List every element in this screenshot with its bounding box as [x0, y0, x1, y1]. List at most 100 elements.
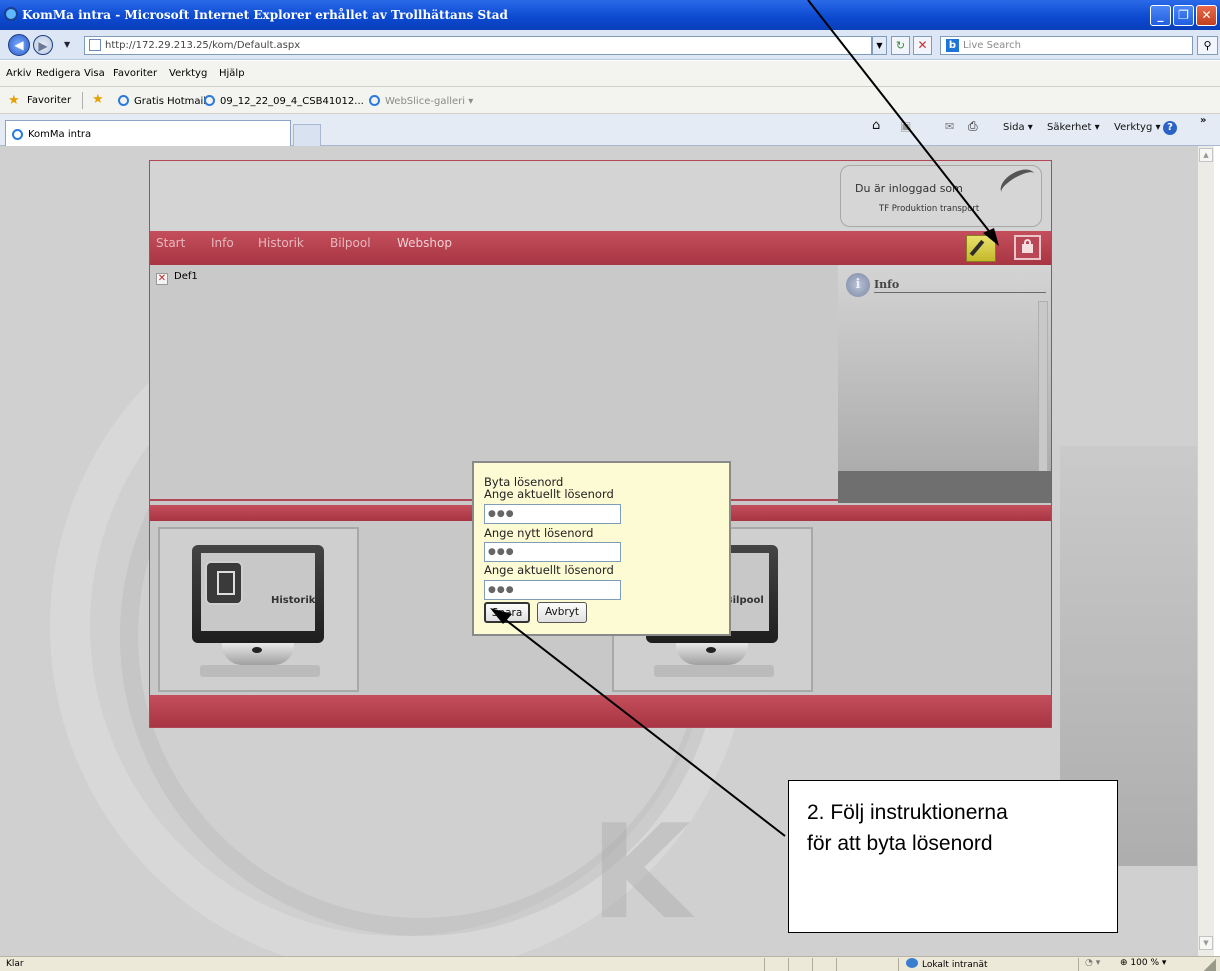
confirm-password-field[interactable]: ●●●	[484, 580, 621, 600]
bing-logo-icon: b	[946, 39, 959, 52]
vertical-scrollbar[interactable]: ▲ ▼	[1197, 146, 1214, 956]
menu-bar: Arkiv Redigera Visa Favoriter Verktyg Hj…	[0, 61, 1220, 87]
ie-page-icon	[369, 95, 380, 106]
search-icon[interactable]: ⚲	[1197, 36, 1218, 55]
page-icon	[89, 39, 101, 51]
search-placeholder: Live Search	[963, 40, 1021, 51]
app-navigation: Start Info Historik Bilpool Webshop	[150, 231, 1051, 265]
login-title: Du är inloggad som	[855, 182, 963, 195]
favorites-star-icon[interactable]: ★	[8, 93, 20, 108]
window-title-bar[interactable]: KomMa intra - Microsoft Internet Explore…	[0, 0, 1220, 30]
logout-lock-icon[interactable]	[1014, 235, 1041, 260]
mail-icon[interactable]: ✉	[945, 120, 954, 133]
address-dropdown-button[interactable]: ▼	[872, 36, 887, 55]
safety-menu-button[interactable]: Säkerhet ▾	[1047, 122, 1100, 133]
menu-arkiv[interactable]: Arkiv	[6, 68, 31, 79]
nav-start[interactable]: Start	[156, 236, 185, 250]
favorite-link-document[interactable]: 09_12_22_09_4_CSB41012...	[204, 95, 364, 107]
login-info-box: Du är inloggad som TF Produktion transpo…	[840, 163, 1042, 227]
address-input[interactable]: http://172.29.213.25/kom/Default.aspx	[84, 36, 872, 55]
nav-webshop[interactable]: Webshop	[397, 236, 452, 250]
scroll-down-icon[interactable]: ▼	[1199, 936, 1213, 950]
maximize-button[interactable]: ❐	[1173, 5, 1194, 26]
help-icon[interactable]: ?	[1163, 121, 1177, 135]
print-icon[interactable]: ⎙	[968, 119, 978, 134]
tools-menu-button[interactable]: Verktyg ▾	[1114, 122, 1161, 133]
menu-visa[interactable]: Visa	[84, 68, 105, 79]
logo-swirl-icon	[996, 163, 1040, 203]
protected-mode-icon[interactable]: ◔ ▾	[1085, 958, 1100, 968]
ie-logo-icon	[4, 7, 18, 21]
info-panel-footer	[838, 471, 1051, 503]
favorites-bar: ★ Favoriter ★ Gratis Hotmail 09_12_22_09…	[0, 87, 1220, 114]
scroll-up-icon[interactable]: ▲	[1199, 148, 1213, 162]
app-header: Du är inloggad som TF Produktion transpo…	[150, 161, 1051, 231]
address-toolbar: ◀ ▶ ▼ http://172.29.213.25/kom/Default.a…	[0, 30, 1220, 60]
refresh-button[interactable]: ↻	[891, 36, 910, 55]
window-title: KomMa intra - Microsoft Internet Explore…	[22, 8, 508, 22]
current-password-field[interactable]: ●●●	[484, 504, 621, 524]
footer-band	[150, 695, 1051, 727]
nav-historik[interactable]: Historik	[258, 236, 304, 250]
confirm-password-label: Ange aktuellt lösenord	[484, 563, 614, 577]
feeds-icon[interactable]: ▣	[900, 119, 911, 133]
cancel-button[interactable]: Avbryt	[537, 602, 587, 623]
document-icon	[205, 561, 243, 605]
tile-historik[interactable]: Historik	[158, 527, 359, 692]
nav-info[interactable]: Info	[211, 236, 234, 250]
current-password-label: Ange aktuellt lösenord	[484, 487, 614, 501]
recent-pages-dropdown-icon[interactable]: ▼	[64, 40, 70, 49]
nav-bilpool[interactable]: Bilpool	[330, 236, 371, 250]
add-favorite-icon[interactable]: ★	[92, 92, 104, 107]
divider	[874, 292, 1046, 293]
favorite-link-webslice[interactable]: WebSlice-galleri ▾	[369, 95, 473, 107]
divider	[82, 92, 83, 109]
search-input[interactable]: b Live Search	[940, 36, 1193, 55]
monitor-icon: Historik	[192, 545, 324, 643]
document-icon	[204, 95, 215, 106]
close-window-button[interactable]: ✕	[1196, 5, 1217, 26]
info-panel-title: Info	[874, 278, 900, 291]
komma-app-frame: Du är inloggad som TF Produktion transpo…	[149, 160, 1052, 728]
minimize-button[interactable]: _	[1150, 5, 1171, 26]
callout-text: 2. Följ instruktionerna för att byta lös…	[807, 801, 1008, 855]
menu-favoriter[interactable]: Favoriter	[113, 68, 157, 79]
info-icon: i	[846, 273, 870, 297]
change-password-dialog: Byta lösenord Ange aktuellt lösenord ●●●…	[472, 461, 731, 636]
favorites-button[interactable]: Favoriter	[27, 95, 71, 106]
info-panel: i Info	[838, 265, 1051, 503]
broken-image-icon: ✕	[156, 273, 168, 285]
tab-komma-intra[interactable]: KomMa intra	[5, 120, 291, 146]
instruction-callout: 2. Följ instruktionerna för att byta lös…	[788, 780, 1118, 933]
tile-label: Historik	[271, 595, 316, 606]
forward-button[interactable]: ▶	[33, 35, 53, 55]
more-commands-button[interactable]: »	[1200, 115, 1206, 126]
new-tab-button[interactable]	[293, 124, 321, 146]
info-scrollbar[interactable]	[1038, 301, 1048, 473]
stop-button[interactable]: ✕	[913, 36, 932, 55]
ie-page-icon	[118, 95, 129, 106]
home-icon[interactable]: ⌂	[872, 118, 880, 133]
change-password-pen-icon[interactable]	[966, 235, 996, 262]
menu-redigera[interactable]: Redigera	[36, 68, 81, 79]
tab-bar: KomMa intra	[0, 114, 1220, 146]
menu-verktyg[interactable]: Verktyg	[169, 68, 207, 79]
pen-icon	[969, 239, 985, 257]
favorite-link-hotmail[interactable]: Gratis Hotmail	[118, 95, 206, 107]
menu-hjalp[interactable]: Hjälp	[219, 68, 245, 79]
save-button[interactable]: Spara	[484, 602, 530, 623]
security-zone: Lokalt intranät	[906, 958, 988, 970]
new-password-label: Ange nytt lösenord	[484, 526, 594, 540]
logged-in-user: TF Produktion transport	[879, 204, 980, 214]
status-bar: Klar Lokalt intranät ◔ ▾ ⊕ 100 % ▾	[0, 956, 1220, 971]
new-password-field[interactable]: ●●●	[484, 542, 621, 562]
lock-body	[1022, 244, 1033, 253]
zoom-control[interactable]: ⊕ 100 % ▾	[1120, 958, 1166, 968]
status-text: Klar	[6, 959, 24, 969]
page-menu-button[interactable]: Sida ▾	[1003, 122, 1033, 133]
resize-grip[interactable]	[1204, 959, 1216, 971]
address-url: http://172.29.213.25/kom/Default.aspx	[105, 40, 301, 51]
list-item[interactable]: ✕ Def1	[156, 271, 198, 285]
back-button[interactable]: ◀	[8, 34, 30, 56]
list-item-label: Def1	[174, 271, 198, 282]
